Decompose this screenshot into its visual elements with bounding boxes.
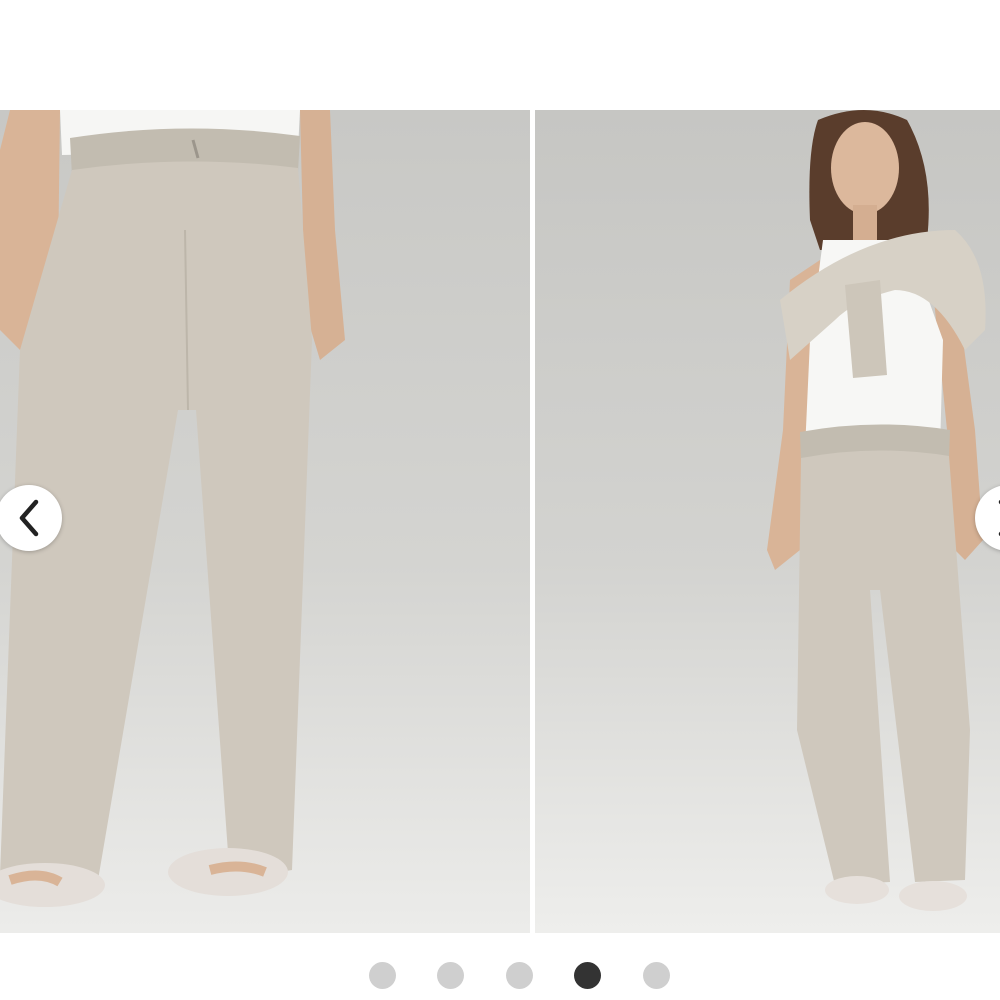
product-image-model-full-body[interactable]	[535, 110, 1000, 933]
chevron-right-icon	[998, 499, 1000, 537]
pagination-dot-5[interactable]	[643, 962, 670, 989]
pagination-dot-2[interactable]	[437, 962, 464, 989]
pagination-dot-4[interactable]	[574, 962, 601, 989]
slide-divider	[530, 110, 535, 933]
image-carousel[interactable]	[0, 110, 1000, 933]
pagination-dot-1[interactable]	[369, 962, 396, 989]
product-image-pants-closeup[interactable]	[0, 110, 530, 933]
chevron-left-icon	[19, 499, 39, 537]
pagination-dot-3[interactable]	[506, 962, 533, 989]
carousel-pagination	[0, 962, 1000, 990]
